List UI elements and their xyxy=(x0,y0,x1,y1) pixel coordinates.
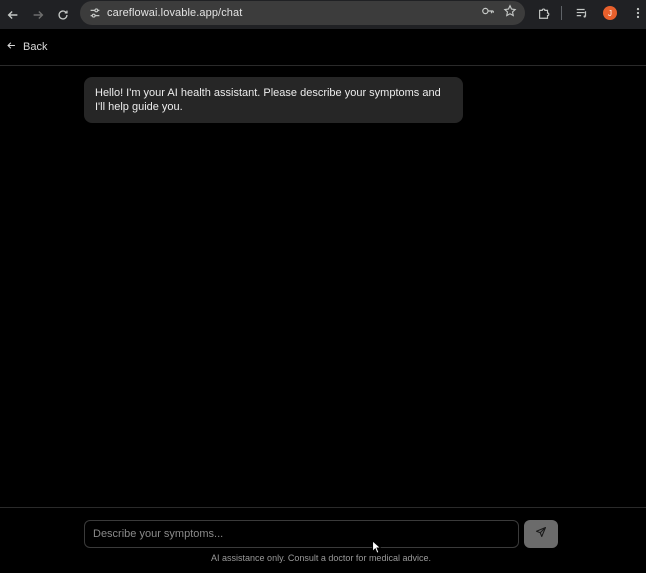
symptoms-input[interactable] xyxy=(84,520,519,548)
app-header: Back xyxy=(0,29,646,66)
chat-messages: Hello! I'm your AI health assistant. Ple… xyxy=(0,66,646,507)
disclaimer-text: AI assistance only. Consult a doctor for… xyxy=(211,553,431,563)
assistant-message-bubble: Hello! I'm your AI health assistant. Ple… xyxy=(84,77,463,123)
password-key-icon[interactable] xyxy=(481,4,495,23)
toolbar-divider xyxy=(561,6,562,20)
arrow-left-icon xyxy=(6,40,23,54)
url-text[interactable]: careflowai.lovable.app/chat xyxy=(107,7,242,19)
forward-arrow-icon[interactable] xyxy=(25,3,50,27)
reload-icon[interactable] xyxy=(50,3,75,27)
back-label: Back xyxy=(23,41,48,53)
browser-toolbar: careflowai.lovable.app/chat J xyxy=(0,0,646,29)
kebab-menu-icon[interactable] xyxy=(627,2,646,24)
send-paper-plane-icon xyxy=(535,525,547,543)
site-settings-icon[interactable] xyxy=(83,1,107,25)
profile-avatar[interactable]: J xyxy=(599,2,621,24)
mouse-cursor-icon xyxy=(372,540,382,554)
send-button[interactable] xyxy=(524,520,558,548)
media-queue-icon[interactable] xyxy=(571,2,593,24)
composer: AI assistance only. Consult a doctor for… xyxy=(0,507,646,573)
address-bar[interactable]: careflowai.lovable.app/chat xyxy=(80,1,525,25)
back-arrow-icon[interactable] xyxy=(0,3,25,27)
back-button[interactable]: Back xyxy=(6,40,47,54)
bookmark-star-icon[interactable] xyxy=(503,3,517,23)
extensions-puzzle-icon[interactable] xyxy=(533,2,555,24)
